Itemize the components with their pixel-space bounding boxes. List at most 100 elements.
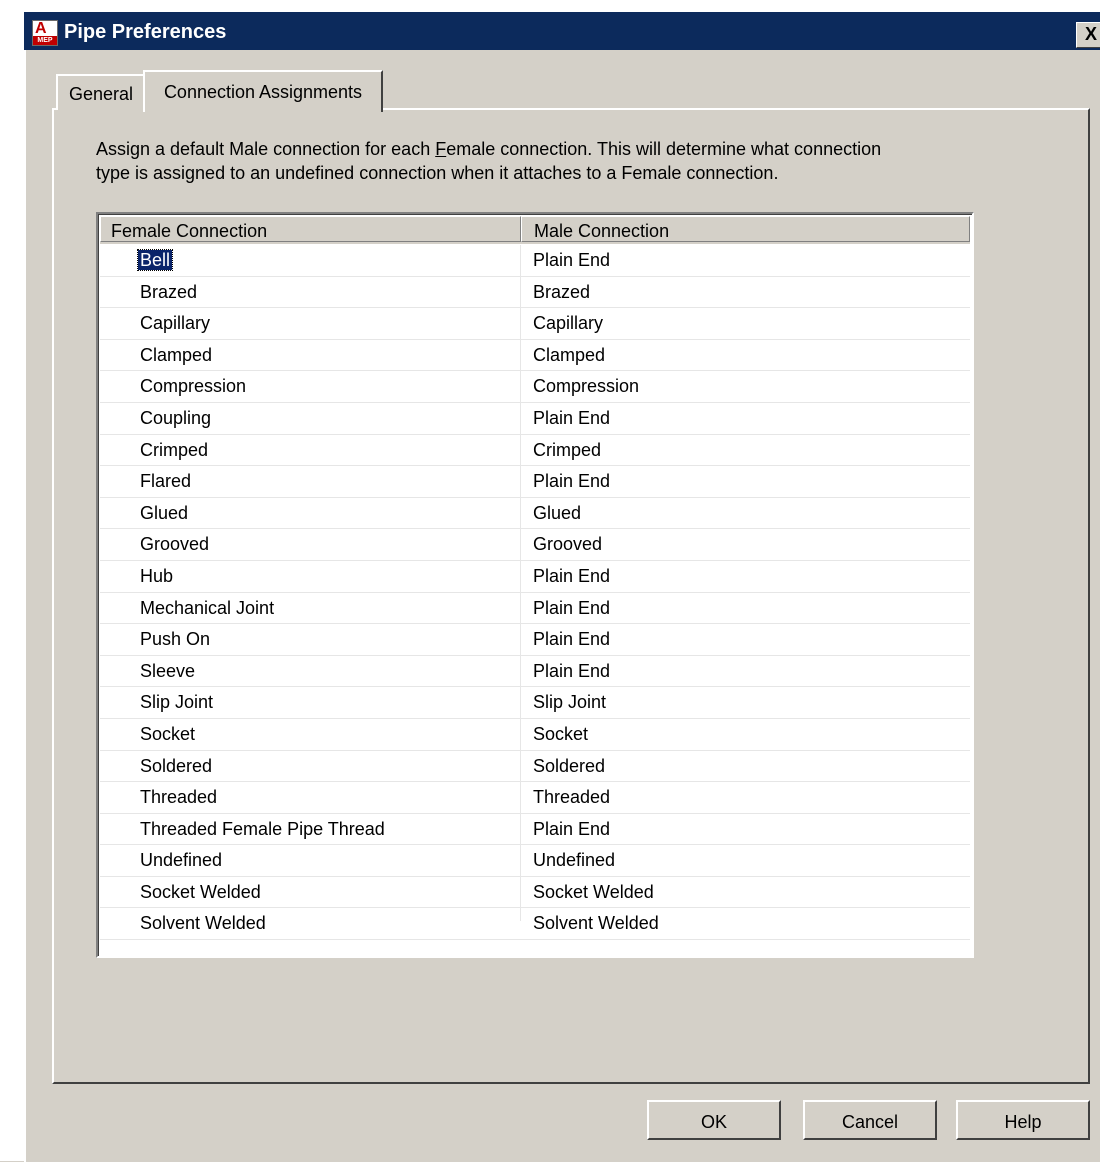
table-row[interactable]: Mechanical Joint Plain End [100,593,970,625]
cancel-button[interactable]: Cancel [803,1100,937,1140]
female-connection-cell: Compression [140,371,246,401]
female-connection-label: Push On [140,629,211,650]
female-connection-cell: Mechanical Joint [140,593,274,623]
table-row[interactable]: Bell Plain End [100,245,970,277]
female-connection-label: Hub [140,565,174,586]
list-rows: Bell Plain End Brazed Brazed Capillary Capill… [100,245,970,941]
male-connection-cell[interactable]: Solvent Welded [533,908,659,938]
female-connection-cell: Grooved [140,529,209,559]
description-line1-end: emale connection. This will determine wh… [446,139,882,159]
table-row[interactable]: Sleeve Plain End [100,656,970,688]
female-connection-cell: Coupling [140,403,211,433]
female-connection-label: Mechanical Joint [140,597,275,618]
female-connection-label: Undefined [140,850,223,871]
female-connection-cell: Socket Welded [140,877,261,907]
tab-general[interactable]: General [56,74,145,110]
autocad-mep-icon: A MEP [32,20,58,46]
window-title: Pipe Preferences [64,21,227,43]
male-connection-cell[interactable]: Crimped [533,435,601,465]
female-connection-cell: Glued [140,498,188,528]
description-text: Assign a default Male connection for eac… [96,137,996,185]
female-connection-cell: Push On [140,624,210,654]
table-row[interactable]: Brazed Brazed [100,277,970,309]
male-connection-cell[interactable]: Socket Welded [533,877,654,907]
male-connection-cell[interactable]: Plain End [533,656,610,686]
description-line2: type is assigned to an undefined connect… [96,163,779,183]
close-button[interactable]: X [1076,22,1100,48]
female-connection-label: Clamped [140,344,213,365]
male-connection-cell[interactable]: Undefined [533,845,615,875]
female-connection-cell: Brazed [140,277,197,307]
male-connection-cell[interactable]: Brazed [533,277,590,307]
female-connection-label: Slip Joint [140,692,214,713]
female-connection-cell: Capillary [140,308,210,338]
female-connection-label: Sleeve [140,660,196,681]
female-connection-label: Solvent Welded [140,913,266,934]
table-row[interactable]: Flared Plain End [100,466,970,498]
female-connection-cell: Bell [136,245,174,275]
column-header-male[interactable]: Male Connection [521,216,970,242]
app-icon-letter: A [35,20,47,37]
female-connection-cell: Undefined [140,845,222,875]
table-row[interactable]: Grooved Grooved [100,529,970,561]
tab-connection-assignments[interactable]: Connection Assignments [143,70,383,112]
help-button[interactable]: Help [956,1100,1090,1140]
male-connection-cell[interactable]: Threaded [533,782,610,812]
female-connection-cell: Soldered [140,751,212,781]
female-connection-cell: Threaded [140,782,217,812]
table-row[interactable]: Capillary Capillary [100,308,970,340]
male-connection-cell[interactable]: Plain End [533,624,610,654]
male-connection-cell[interactable]: Plain End [533,403,610,433]
column-header-female[interactable]: Female Connection [100,216,521,242]
table-row[interactable]: Clamped Clamped [100,340,970,372]
male-connection-cell[interactable]: Slip Joint [533,687,606,717]
table-row[interactable]: Hub Plain End [100,561,970,593]
female-connection-cell: Slip Joint [140,687,213,717]
female-connection-label: Socket Welded [140,881,261,902]
female-connection-cell: Socket [140,719,195,749]
male-connection-cell[interactable]: Plain End [533,593,610,623]
male-connection-cell[interactable]: Grooved [533,529,602,559]
female-connection-label: Socket [140,723,196,744]
title-bar[interactable]: A MEP Pipe Preferences X [24,12,1100,50]
table-row[interactable]: Crimped Crimped [100,435,970,467]
female-connection-cell: Flared [140,466,191,496]
connection-list[interactable]: Female Connection Male Connection Bell Pl… [96,212,974,958]
female-connection-label: Crimped [140,439,209,460]
female-connection-cell: Crimped [140,435,208,465]
female-connection-label: Flared [140,471,192,492]
table-row[interactable]: Socket Socket [100,719,970,751]
table-row[interactable]: Slip Joint Slip Joint [100,687,970,719]
female-connection-label: Threaded [140,787,218,808]
male-connection-cell[interactable]: Plain End [533,466,610,496]
table-row[interactable]: Glued Glued [100,498,970,530]
female-connection-cell: Threaded Female Pipe Thread [140,814,385,844]
female-connection-label: Soldered [140,755,213,776]
table-row[interactable]: Threaded Threaded [100,782,970,814]
male-connection-cell[interactable]: Compression [533,371,639,401]
background-top [0,0,1100,10]
table-row[interactable]: Soldered Soldered [100,751,970,783]
table-row[interactable]: Compression Compression [100,371,970,403]
female-connection-label: Glued [140,502,189,523]
table-row[interactable]: Undefined Undefined [100,845,970,877]
male-connection-cell[interactable]: Capillary [533,308,603,338]
table-row[interactable]: Coupling Plain End [100,403,970,435]
table-row[interactable]: Threaded Female Pipe Thread Plain End [100,814,970,846]
male-connection-cell[interactable]: Plain End [533,814,610,844]
female-connection-label: Capillary [140,313,211,334]
male-connection-cell[interactable]: Socket [533,719,588,749]
female-connection-label: Threaded Female Pipe Thread [140,818,385,839]
table-row[interactable]: Socket Welded Socket Welded [100,877,970,909]
description-accelerator: F [435,139,447,159]
female-connection-cell: Solvent Welded [140,908,266,938]
male-connection-cell[interactable]: Plain End [533,245,610,275]
table-row[interactable]: Solvent Welded Solvent Welded [100,908,970,941]
male-connection-cell[interactable]: Plain End [533,561,610,591]
female-connection-label: Compression [140,376,247,397]
male-connection-cell[interactable]: Clamped [533,340,605,370]
table-row[interactable]: Push On Plain End [100,624,970,656]
male-connection-cell[interactable]: Glued [533,498,581,528]
male-connection-cell[interactable]: Soldered [533,751,605,781]
ok-button[interactable]: OK [647,1100,781,1140]
